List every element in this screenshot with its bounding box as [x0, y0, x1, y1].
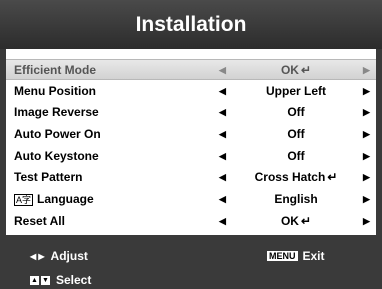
- row-value: OK ↵: [280, 213, 312, 228]
- row-label: Reset All: [14, 213, 65, 228]
- enter-icon: ↵: [327, 170, 338, 185]
- enter-icon: ↵: [300, 213, 312, 228]
- menu-row-auto-power-on[interactable]: Auto Power On ◀ Off ▶: [6, 124, 376, 145]
- arrow-right-icon[interactable]: ▶: [363, 102, 370, 123]
- row-value: Off: [287, 105, 305, 120]
- exit-hint[interactable]: MENU Exit: [267, 249, 325, 263]
- left-right-arrows-icon: ◀ ▶: [30, 251, 45, 261]
- arrow-left-icon[interactable]: ◀: [219, 102, 226, 123]
- row-value: OK ↵: [280, 63, 312, 77]
- menu-row-efficient-mode[interactable]: Efficient Mode ◀ OK ↵ ▶: [6, 59, 376, 80]
- arrow-right-icon[interactable]: ▶: [363, 211, 370, 232]
- arrow-right-icon[interactable]: ▶: [363, 146, 370, 167]
- row-value: Upper Left: [266, 83, 326, 98]
- menu-row-auto-keystone[interactable]: Auto Keystone ◀ Off ▶: [6, 146, 376, 167]
- row-value: Off: [287, 127, 305, 142]
- menu-row-test-pattern[interactable]: Test Pattern ◀ Cross Hatch ↵ ▶: [6, 167, 376, 188]
- menu-title: Installation: [0, 0, 382, 49]
- arrow-right-icon[interactable]: ▶: [363, 124, 370, 145]
- menu-row-image-reverse[interactable]: Image Reverse ◀ Off ▶: [6, 102, 376, 123]
- menu-row-language[interactable]: A字 Language ◀ English ▶: [6, 189, 376, 210]
- row-value: Off: [287, 148, 305, 163]
- adjust-label: Adjust: [50, 249, 88, 263]
- row-label: Auto Keystone: [14, 148, 99, 163]
- select-hint: ▲ ▼ Select: [30, 273, 91, 287]
- down-arrow-icon: ▼: [41, 275, 50, 285]
- exit-label: Exit: [302, 249, 325, 263]
- installation-menu: Installation Efficient Mode ◀ OK ↵ ▶ Menu…: [0, 0, 382, 289]
- arrow-left-icon[interactable]: ◀: [219, 189, 226, 210]
- arrow-left-icon[interactable]: ◀: [219, 124, 226, 145]
- row-label: Auto Power On: [14, 127, 101, 142]
- row-value: Cross Hatch ↵: [254, 170, 338, 185]
- select-label: Select: [56, 273, 92, 287]
- arrow-left-icon[interactable]: ◀: [219, 167, 226, 188]
- adjust-hint: ◀ ▶ Adjust: [30, 249, 88, 263]
- enter-icon: ↵: [300, 63, 312, 77]
- row-label: A字 Language: [14, 192, 94, 207]
- row-label: Efficient Mode: [14, 63, 97, 77]
- arrow-left-icon[interactable]: ◀: [219, 81, 226, 102]
- arrow-left-icon[interactable]: ◀: [219, 211, 226, 232]
- arrow-right-icon[interactable]: ▶: [363, 60, 370, 81]
- arrow-left-icon[interactable]: ◀: [219, 146, 226, 167]
- menu-key-icon: MENU: [267, 251, 298, 261]
- arrow-left-icon[interactable]: ◀: [219, 60, 226, 81]
- arrow-right-icon[interactable]: ▶: [363, 189, 370, 210]
- menu-row-reset-all[interactable]: Reset All ◀ OK ↵ ▶: [6, 211, 376, 232]
- row-label: Image Reverse: [14, 105, 99, 120]
- menu-rows: Efficient Mode ◀ OK ↵ ▶ Menu Position ◀ U…: [6, 59, 376, 233]
- row-value: English: [274, 192, 318, 207]
- row-label: Test Pattern: [14, 170, 83, 185]
- row-label: Menu Position: [14, 83, 96, 98]
- menu-row-menu-position[interactable]: Menu Position ◀ Upper Left ▶: [6, 81, 376, 102]
- language-icon: A字: [14, 193, 34, 206]
- up-arrow-icon: ▲: [30, 275, 39, 285]
- arrow-right-icon[interactable]: ▶: [363, 167, 370, 188]
- arrow-right-icon[interactable]: ▶: [363, 81, 370, 102]
- footer-help-bar: ◀ ▶ Adjust ▲ ▼ Select MENU Exit: [0, 235, 382, 289]
